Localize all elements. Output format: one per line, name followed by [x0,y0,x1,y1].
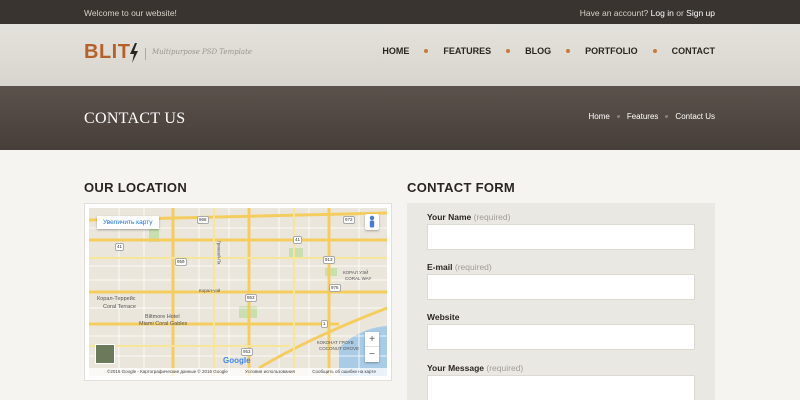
satellite-view-toggle[interactable] [95,344,115,364]
welcome-text: Welcome to our website! [84,8,177,18]
account-links: Have an account? Log in or Sign up [580,8,715,18]
nav-contact[interactable]: CONTACT [672,46,715,56]
map-place-label: Miami Coral Gables [139,321,188,327]
site-header: BLIT Multipurpose PSD Template HOME FEAT… [0,24,800,86]
top-bar: Welcome to our website! Have an account?… [0,0,800,24]
lightning-bolt-icon [130,43,138,63]
or-text: or [676,8,684,18]
main-nav: HOME FEATURES BLOG PORTFOLIO CONTACT [382,46,715,56]
name-field[interactable] [427,224,695,250]
login-link[interactable]: Log in [651,8,674,18]
account-prompt: Have an account? [579,8,649,18]
road-number: 953 [241,348,253,356]
map-place-label: COCONUT GROVE [319,346,360,351]
email-field[interactable] [427,274,695,300]
breadcrumb-separator [616,115,620,118]
map-place-label: Coral Terrace [103,304,136,310]
page-title-band: CONTACT US Home Features Contact Us [0,86,800,150]
map-report-link[interactable]: Сообщить об ошибке на карте [312,369,376,374]
email-label-text: E-mail [427,262,453,272]
logo-divider [145,48,146,60]
nav-separator-dot [424,49,429,53]
road-number: 913 [323,256,335,264]
site-logo[interactable]: BLIT [84,41,130,64]
map-place-label: КОКОНАТ ГРОУВ [317,340,354,345]
breadcrumb-separator [665,115,669,118]
message-field[interactable] [427,375,695,400]
map-place-label: Гринвей-Пк [216,240,222,265]
road-number: 953 [245,294,257,302]
breadcrumb-features[interactable]: Features [627,112,659,121]
breadcrumb-current: Contact Us [675,112,715,121]
google-map[interactable]: 968 41 953 959 913 41 972 953 976 1 Кора… [89,208,387,376]
nav-portfolio[interactable]: PORTFOLIO [585,46,638,56]
zoom-in-button[interactable]: + [365,332,379,347]
road-number: 976 [329,284,341,292]
map-place-label: КОРАЛ УЭЙ [343,270,369,275]
message-label-text: Your Message [427,363,485,373]
road-number: 968 [197,216,209,224]
enlarge-map-button[interactable]: Увеличить карту [97,216,159,229]
map-zoom-control: + − [365,332,379,362]
road-number: 959 [175,258,187,266]
required-marker: (required) [454,262,492,272]
nav-separator-dot [506,49,511,53]
map-place-label: Biltmore Hotel [145,314,180,320]
road-number: 972 [343,216,355,224]
message-label: Your Message (required) [427,363,523,373]
nav-separator-dot [566,49,571,53]
nav-separator-dot [652,49,657,53]
map-place-label: Корал-уэй [199,288,221,293]
website-label: Website [427,312,459,322]
signup-link[interactable]: Sign up [686,8,715,18]
google-logo: Google [223,356,251,365]
map-attribution: ©2016 Google - Картографические данные ©… [89,368,387,376]
location-heading: OUR LOCATION [84,180,188,195]
required-marker: (required) [473,212,511,222]
name-label: Your Name (required) [427,212,510,222]
map-copyright: ©2016 Google - Картографические данные ©… [107,369,228,374]
nav-blog[interactable]: BLOG [525,46,551,56]
contact-form-heading: CONTACT FORM [407,180,516,195]
page-title: CONTACT US [84,110,186,127]
nav-home[interactable]: HOME [382,46,409,56]
zoom-out-button[interactable]: − [365,347,379,362]
map-place-label: CORAL WAY [345,276,372,281]
website-label-text: Website [427,312,460,322]
contact-form: Your Name (required) E-mail (required) W… [407,203,715,400]
site-tagline: Multipurpose PSD Template [152,48,253,56]
road-number: 41 [115,243,125,251]
email-label: E-mail (required) [427,262,492,272]
road-number: 41 [293,236,303,244]
required-marker: (required) [486,363,524,373]
breadcrumb-home[interactable]: Home [589,112,610,121]
nav-features[interactable]: FEATURES [443,46,491,56]
map-frame: 968 41 953 959 913 41 972 953 976 1 Кора… [84,203,392,381]
website-field[interactable] [427,324,695,350]
street-view-pegman-icon[interactable] [365,214,379,230]
name-label-text: Your Name [427,212,472,222]
map-terms-link[interactable]: Условия использования [245,369,295,374]
map-place-label: Корал-Террейс [97,296,136,302]
breadcrumb: Home Features Contact Us [589,112,716,121]
road-number: 1 [321,320,328,328]
